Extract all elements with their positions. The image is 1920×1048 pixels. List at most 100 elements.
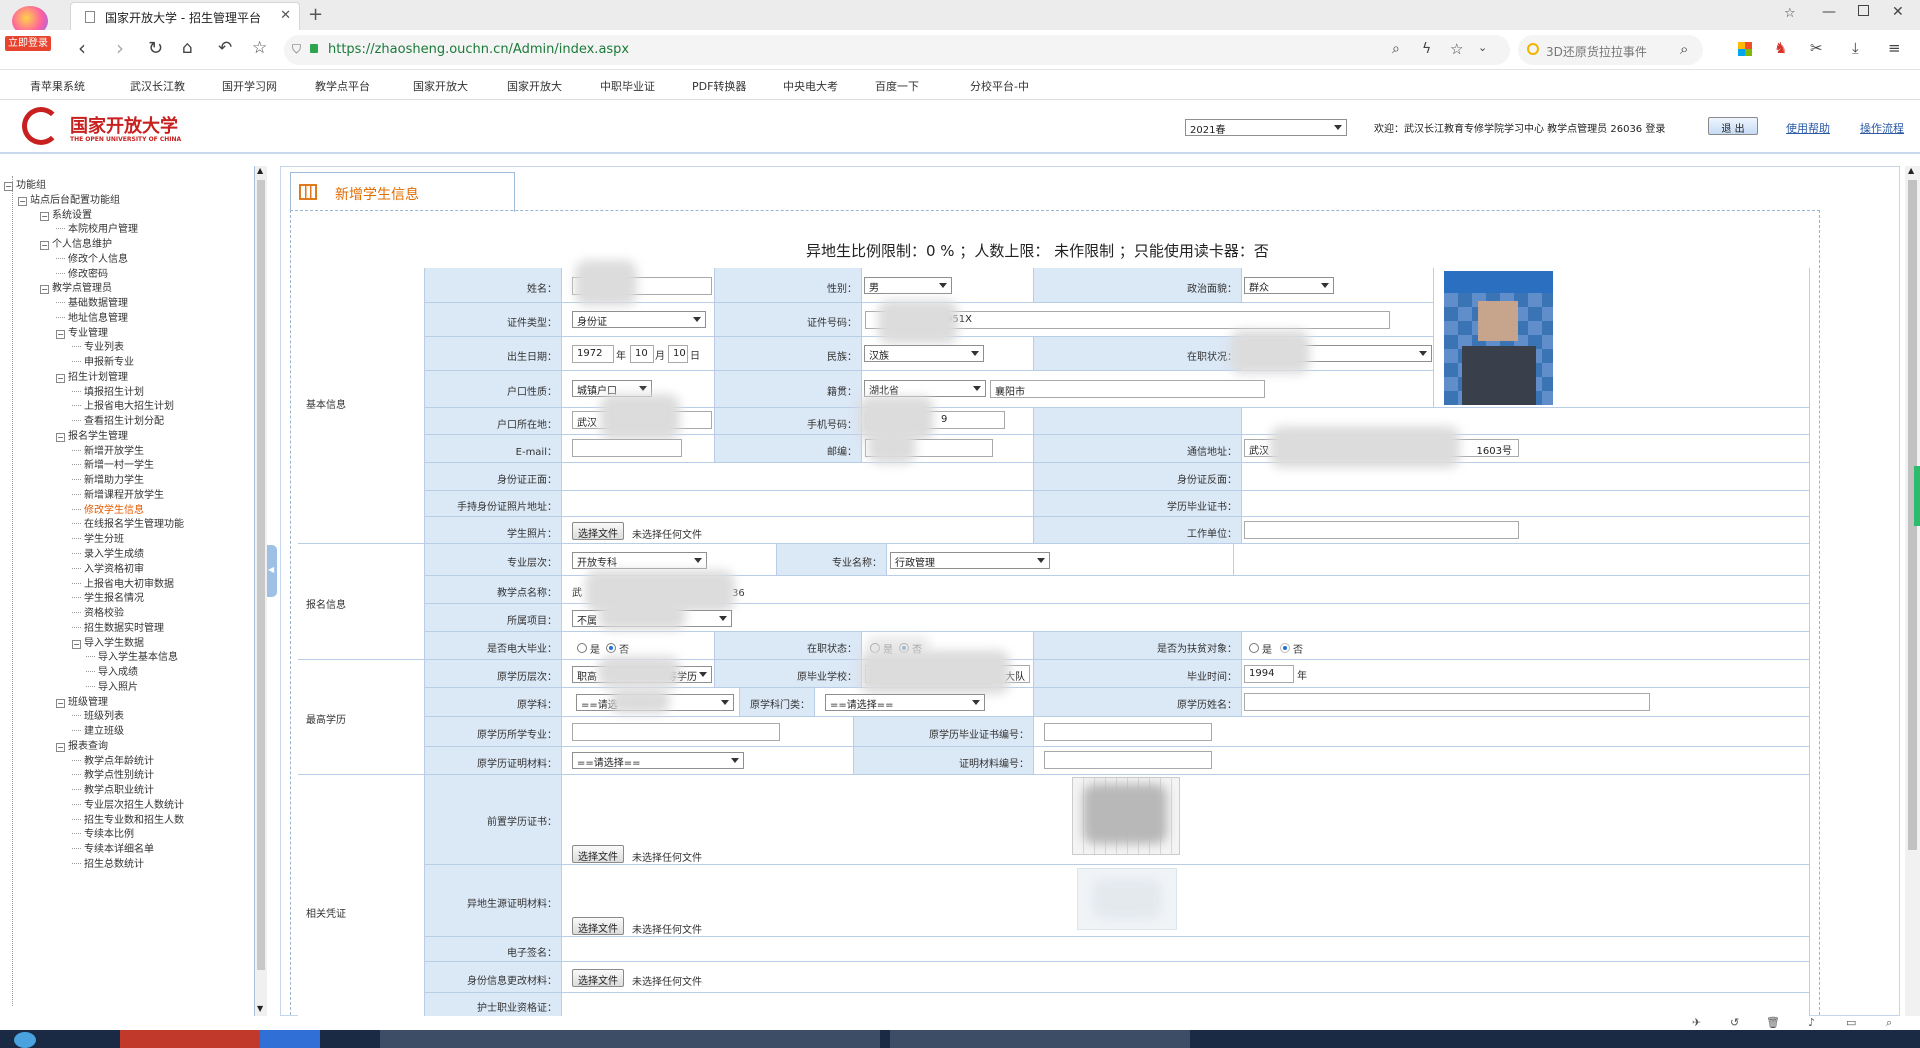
new-tab-icon[interactable]: + [308,4,323,25]
orig-name-input[interactable] [1244,693,1650,711]
scroll-thumb[interactable] [257,180,265,970]
sidebar-item[interactable]: − 招生计划管理 [56,368,128,383]
taskbar-app-3[interactable] [380,1030,880,1048]
download-icon[interactable]: ⤓ [1852,41,1859,56]
bookmark-10[interactable]: 百度一下 [875,78,919,94]
tree-expanded-icon[interactable]: − [40,241,49,251]
sidebar-item[interactable]: 新增开放学生 [72,442,144,457]
status-trash-icon[interactable]: 🗑 [1766,1016,1780,1029]
sidebar-item[interactable]: 地址信息管理 [56,309,128,324]
address-bar[interactable]: ⛉ https://zhaosheng.ouchn.cn/Admin/index… [284,35,1510,65]
help-link[interactable]: 使用帮助 [1786,120,1830,136]
level-select[interactable]: 开放专科 [572,552,707,569]
employer-input[interactable] [1244,521,1519,539]
sidebar-item[interactable]: 导入成绩 [86,663,138,678]
tree-expanded-icon[interactable]: − [40,211,49,221]
sidebar-item[interactable]: 建立班级 [72,722,124,737]
undo-icon[interactable]: ↶ [218,40,232,57]
sidebar-item[interactable]: 班级列表 [72,707,124,722]
sidebar-item[interactable]: 申报新专业 [72,353,134,368]
sidebar-item[interactable]: 专续本比例 [72,825,134,840]
tree-expanded-icon[interactable]: − [40,285,49,295]
scissors-icon[interactable]: ✂ [1810,41,1823,56]
sidebar-item[interactable]: − 班级管理 [56,693,108,708]
tree-expanded-icon[interactable]: − [56,373,65,383]
sidebar-item[interactable]: 专续本详细名单 [72,840,154,855]
start-icon[interactable] [14,1032,36,1048]
sidebar-item[interactable]: 填报招生计划 [72,383,144,398]
birth-day-input[interactable]: 10 [668,345,688,363]
sidebar-item[interactable]: 入学资格初审 [72,560,144,575]
status-sound-icon[interactable]: ♪ [1808,1016,1815,1029]
sidebar-item[interactable]: 新增一村一学生 [72,456,154,471]
tree-expanded-icon[interactable]: − [4,182,13,191]
university-logo-icon[interactable] [22,107,60,145]
bookmark-2[interactable]: 武汉长江教 [130,78,185,94]
game-icon[interactable]: ♞ [1774,41,1787,56]
sidebar-collapse-handle[interactable]: ◀ [267,545,277,597]
sidebar-item[interactable]: 修改学生信息 [72,501,144,516]
bookmark-9[interactable]: 中央电大考 [783,78,838,94]
bookmark-8[interactable]: PDF转换器 [692,78,746,94]
bookmark-5[interactable]: 国家开放大 [413,78,468,94]
scroll-up-icon[interactable]: ▲ [257,166,263,175]
birth-month-input[interactable]: 10 [630,345,654,363]
sidebar-item[interactable]: 资格校验 [72,604,124,619]
sidebar-item[interactable]: − 导入学生数据 [72,634,144,649]
birth-year-input[interactable]: 1972 [572,345,614,363]
politics-select[interactable]: 群众 [1244,277,1334,294]
id-change-file-button[interactable]: 选择文件 [572,969,624,987]
poverty-yes-radio[interactable] [1249,643,1259,653]
sidebar-item[interactable]: − 报表查询 [56,737,108,752]
term-select[interactable]: 2021春 [1185,119,1347,136]
sidebar-item[interactable]: 修改个人信息 [56,250,128,265]
star-icon[interactable]: ☆ [252,40,267,57]
tree-expanded-icon[interactable]: − [72,639,81,649]
sidebar-item[interactable]: − 个人信息维护 [40,235,112,251]
bookmark-6[interactable]: 国家开放大 [507,78,562,94]
tree-expanded-icon[interactable]: − [56,698,65,708]
sidebar-item[interactable]: 基础数据管理 [56,294,128,309]
sidebar-item[interactable]: 专业列表 [72,338,124,353]
tree-expanded-icon[interactable]: − [56,432,65,442]
apps-icon[interactable] [1738,42,1752,56]
bookmark-7[interactable]: 中职毕业证 [600,78,655,94]
sidebar-item[interactable]: 在线报名学生管理功能 [72,515,184,530]
search-icon[interactable]: ⌕ [1680,40,1688,58]
proof-no-input[interactable] [1044,751,1212,769]
status-window-icon[interactable]: ▭ [1846,1016,1856,1029]
photo-file-button[interactable]: 选择文件 [572,522,624,540]
maximize-icon[interactable] [1858,5,1869,16]
chevron-down-icon[interactable]: ⌄ [1478,41,1487,54]
tree-expanded-icon[interactable]: − [18,196,27,206]
sidebar-item[interactable]: − 教学点管理员 [40,279,112,295]
tab-current[interactable]: 国家开放大学 - 招生管理平台 ✕ [70,2,300,30]
sidebar-item[interactable]: 本院校用户管理 [56,220,138,235]
prev-cert-preview-image[interactable] [1072,777,1180,855]
sidebar-item[interactable]: 新增课程开放学生 [72,486,164,501]
orig-cert-no-input[interactable] [1044,723,1212,741]
sidebar-item[interactable]: 学生报名情况 [72,589,144,604]
favorites-icon[interactable]: ☆ [1784,6,1796,21]
grad-year-input[interactable]: 1994 [1244,665,1294,683]
tree-expanded-icon[interactable]: − [56,329,65,339]
sidebar-item[interactable]: 招生总数统计 [72,855,144,870]
nonlocal-file-button[interactable]: 选择文件 [572,917,624,935]
lightning-icon[interactable]: ϟ [1422,41,1431,57]
sidebar-item[interactable]: 查看招生计划分配 [72,412,164,427]
sidebar-item[interactable]: 学生分班 [72,530,124,545]
sidebar-item[interactable]: 上报省电大初审数据 [72,575,174,590]
taskbar-app-4[interactable] [890,1030,1190,1048]
sidebar-item[interactable]: 教学点性别统计 [72,766,154,781]
menu-icon[interactable]: ≡ [1888,41,1901,56]
city-input[interactable]: 襄阳市 [990,380,1265,398]
back-icon[interactable]: ‹ [78,38,86,58]
status-plane-icon[interactable]: ✈ [1692,1016,1701,1029]
close-window-icon[interactable]: ✕ [1892,4,1904,20]
sidebar-item[interactable]: 教学点职业统计 [72,781,154,796]
status-refresh-icon[interactable]: ↺ [1730,1016,1739,1029]
sidebar-scrollbar[interactable]: ▲ ▼ [255,166,267,1016]
gender-select[interactable]: 男 [864,277,952,294]
bookmark-icon[interactable]: ☆ [1450,40,1463,58]
major-select[interactable]: 行政管理 [890,552,1050,569]
